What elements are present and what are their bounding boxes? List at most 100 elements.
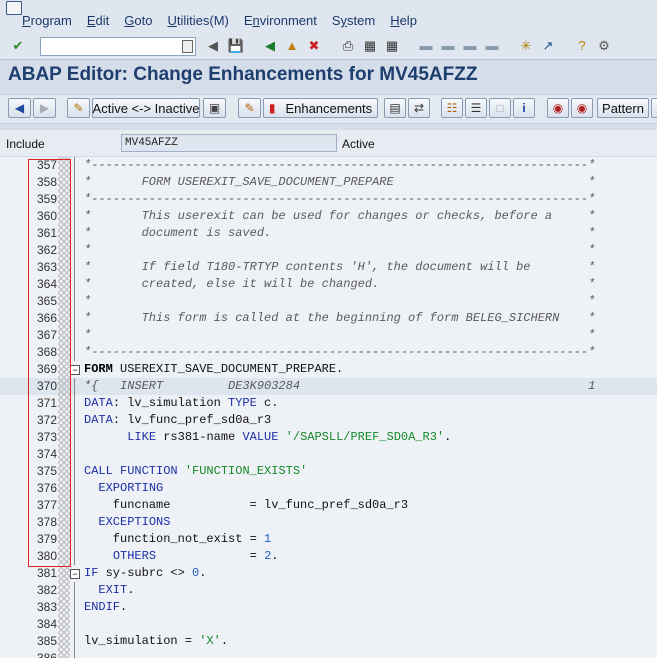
exit-icon[interactable]: ▲	[284, 38, 300, 54]
back-icon[interactable]: ◀	[262, 38, 278, 54]
code-token: OTHERS	[112, 549, 157, 563]
command-field[interactable]	[40, 37, 196, 56]
command-history-icon[interactable]	[182, 40, 193, 53]
code-token: EXIT	[98, 583, 128, 597]
last-page-icon[interactable]: ▬	[484, 38, 500, 54]
code-line[interactable]: 363 * If field T180-TRTYP contents 'H', t…	[0, 259, 657, 276]
code-line[interactable]: 383 ENDIF.	[0, 599, 657, 616]
code-line[interactable]: 368 *------------------------------------…	[0, 344, 657, 361]
more-button[interactable]	[651, 98, 657, 118]
active-inactive-button[interactable]: Active <-> Inactive	[92, 98, 200, 118]
first-page-icon[interactable]: ▬	[418, 38, 434, 54]
fold-guide	[74, 293, 75, 310]
code-token: funcname = lv_func_pref_sd0a_r3	[84, 498, 409, 512]
disabled-button[interactable]: □	[489, 98, 511, 118]
prev-icon[interactable]: ◀	[205, 38, 221, 54]
code-token: LIKE	[127, 430, 157, 444]
code-editor[interactable]: 357 *------------------------------------…	[0, 157, 657, 658]
code-line[interactable]: 379 function_not_exist = 1	[0, 531, 657, 548]
code-line[interactable]: 357 *------------------------------------…	[0, 157, 657, 174]
check-button[interactable]: ✎	[238, 98, 261, 118]
code-line[interactable]: 360 * This userexit can be used for chang…	[0, 208, 657, 225]
code-line[interactable]: 378 EXCEPTIONS	[0, 514, 657, 531]
menu-item-help[interactable]: Help	[390, 13, 417, 28]
code-token: .	[444, 430, 452, 444]
line-number: 361	[36, 226, 57, 240]
code-text: * This form is called at the beginning o…	[84, 310, 595, 327]
code-line[interactable]: 371 DATA: lv_simulation TYPE c.	[0, 395, 657, 412]
code-token: DATA	[84, 413, 113, 427]
code-line[interactable]: 375 CALL FUNCTION 'FUNCTION_EXISTS'	[0, 463, 657, 480]
code-token: 'FUNCTION_EXISTS'	[184, 464, 308, 478]
code-line[interactable]: 377 funcname = lv_func_pref_sd0a_r3	[0, 497, 657, 514]
back-arrow-button[interactable]: ◀	[8, 98, 31, 118]
code-line[interactable]: 380 OTHERS = 2.	[0, 548, 657, 565]
cancel-icon[interactable]: ✖	[306, 38, 322, 54]
fold-toggle-icon[interactable]: −	[70, 365, 80, 375]
pattern-button[interactable]: Pattern	[597, 98, 649, 118]
navigate-button[interactable]: ⇄	[408, 98, 430, 118]
code-line[interactable]: 385 lv_simulation = 'X'.	[0, 633, 657, 650]
menu-item-goto[interactable]: Goto	[124, 13, 152, 28]
save-icon[interactable]: 💾	[228, 38, 244, 54]
delete-breakpoint-button[interactable]: ◉	[571, 98, 593, 118]
find-icon[interactable]: ▦	[362, 38, 378, 54]
other-object-button[interactable]: ▣	[203, 98, 226, 118]
code-line[interactable]: 365 * *	[0, 293, 657, 310]
code-line[interactable]: 361 * document is saved. *	[0, 225, 657, 242]
command-input[interactable]	[41, 39, 183, 55]
create-session-icon[interactable]: ✳	[518, 38, 534, 54]
code-token: *---------------------------------------…	[84, 192, 596, 206]
forward-arrow-button[interactable]: ▶	[33, 98, 56, 118]
code-line[interactable]: 376 EXPORTING	[0, 480, 657, 497]
code-line[interactable]: 373 LIKE rs381-name VALUE '/SAPSLL/PREF_…	[0, 429, 657, 446]
enter-check-icon[interactable]: ✔	[10, 38, 26, 54]
menu-item-environment[interactable]: Environment	[244, 13, 317, 28]
find-next-icon[interactable]: ▦	[384, 38, 400, 54]
hierarchy-button[interactable]: ☷	[441, 98, 463, 118]
code-line[interactable]: 358 * FORM USEREXIT_SAVE_DOCUMENT_PREPARE…	[0, 174, 657, 191]
modification-marker	[58, 361, 70, 378]
code-line[interactable]: 382 EXIT.	[0, 582, 657, 599]
code-line[interactable]: 374	[0, 446, 657, 463]
shortcut-icon[interactable]: ↗	[540, 38, 556, 54]
fold-guide	[74, 259, 75, 276]
set-breakpoint-button[interactable]: ◉	[547, 98, 569, 118]
code-line[interactable]: 367 * *	[0, 327, 657, 344]
menu-item-program[interactable]: Program	[22, 13, 72, 28]
arrow-right-icon: ▶	[39, 101, 50, 115]
info-button[interactable]: i	[513, 98, 535, 118]
menu-item-utilitiesm[interactable]: Utilities(M)	[167, 13, 228, 28]
code-line[interactable]: 370 *{ INSERT DE3K903284 1	[0, 378, 657, 395]
code-token: : lv_func_pref_sd0a_r3	[112, 413, 272, 427]
code-line[interactable]: 386	[0, 650, 657, 658]
print-icon[interactable]: ⎙	[340, 38, 356, 54]
layout-menu-icon[interactable]: ⚙	[596, 38, 612, 54]
code-line[interactable]: 369 − FORM USEREXIT_SAVE_DOCUMENT_PREPARE.	[0, 361, 657, 378]
menu-item-edit[interactable]: Edit	[87, 13, 109, 28]
enhancements-button[interactable]: ▮ Enhancements	[263, 98, 378, 118]
code-line[interactable]: 359 *------------------------------------…	[0, 191, 657, 208]
menu-item-system[interactable]: System	[332, 13, 375, 28]
code-line[interactable]: 366 * This form is called at the beginnin…	[0, 310, 657, 327]
include-field[interactable]: MV45AFZZ	[121, 134, 337, 152]
fold-guide	[74, 191, 75, 208]
display-change-button[interactable]: ✎	[67, 98, 90, 118]
code-line[interactable]: 384	[0, 616, 657, 633]
code-line[interactable]: 362 * *	[0, 242, 657, 259]
code-token: DATA	[84, 396, 113, 410]
help-icon[interactable]: ?	[574, 38, 590, 54]
previous-page-icon[interactable]: ▬	[440, 38, 456, 54]
code-line[interactable]: 364 * created, else it will be changed. *	[0, 276, 657, 293]
next-page-icon[interactable]: ▬	[462, 38, 478, 54]
modification-marker	[58, 531, 70, 548]
code-line[interactable]: 381 − IF sy-subrc <> 0.	[0, 565, 657, 582]
where-used-button[interactable]: ▤	[384, 98, 406, 118]
line-number: 359	[36, 192, 57, 206]
system-menu-icon[interactable]	[6, 1, 22, 15]
code-line[interactable]: 372 DATA: lv_func_pref_sd0a_r3	[0, 412, 657, 429]
fold-toggle-icon[interactable]: −	[70, 569, 80, 579]
stack-button[interactable]: ☰	[465, 98, 487, 118]
code-text: * FORM USEREXIT_SAVE_DOCUMENT_PREPARE *	[84, 174, 595, 191]
